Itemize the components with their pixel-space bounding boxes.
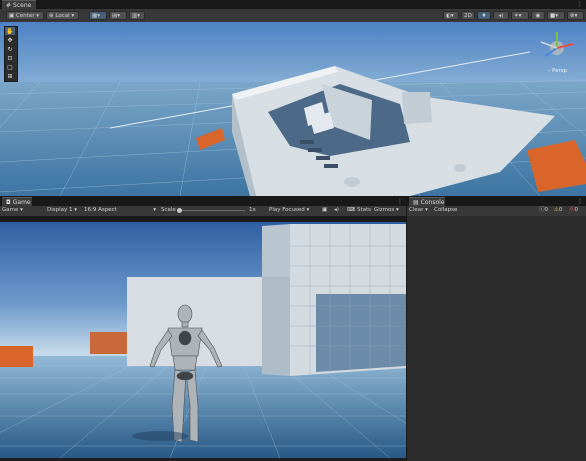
scale-slider-handle[interactable] xyxy=(177,208,182,213)
camera-icon: ■ xyxy=(550,13,556,19)
play-mode-value: Play Focused xyxy=(269,207,305,213)
scale-label: Scale xyxy=(161,207,176,213)
frame-debugger-icon[interactable]: ▣ xyxy=(322,206,327,215)
hand-tool-icon[interactable]: ✋ xyxy=(5,27,15,36)
scene-toolbar: ▣ Center ▾ ⊕ Local ▾ ▦▾ ▤▾ ▥▾ ◐▾ 2D ♦ ◂)… xyxy=(0,9,586,23)
clear-dropdown[interactable]: Clear ▾ xyxy=(409,206,428,215)
game-tab-bar: ◘ Game ⋮ xyxy=(0,197,406,206)
log-count: 0 xyxy=(544,207,549,213)
toggle-2d-button[interactable]: 2D xyxy=(461,11,475,20)
panel-divider-horizontal[interactable] xyxy=(0,196,586,197)
display-mode-value: Game xyxy=(2,207,19,213)
shading-sphere-icon: ◐ xyxy=(446,13,451,19)
rotate-tool-icon[interactable]: ↻ xyxy=(5,45,15,54)
draw-mode-button[interactable]: ◐▾ xyxy=(443,11,459,20)
gizmos-dropdown[interactable]: Gizmos ▾ xyxy=(374,206,399,215)
error-count: 0 xyxy=(574,207,579,213)
console-log-area[interactable] xyxy=(407,216,586,461)
grid-visibility-button[interactable]: ▦▾ xyxy=(89,11,107,20)
effects-toggle-button[interactable]: ✶▾ xyxy=(511,11,529,20)
console-tab-bar: ▤ Console ⋮ xyxy=(407,197,586,206)
hidden-objects-button[interactable]: ◉ xyxy=(531,11,545,20)
gizmos-scene-button[interactable]: ⊗▾ xyxy=(567,11,584,20)
mute-audio-icon[interactable]: ◂) xyxy=(334,206,339,215)
console-more-menu-icon[interactable]: ⋮ xyxy=(577,197,583,206)
eye-icon: ◉ xyxy=(535,13,541,19)
pivot-rotation-value: Local xyxy=(55,13,70,19)
aspect-value: 16:9 Aspect xyxy=(84,207,117,213)
projection-label[interactable]: ‹ Persp xyxy=(548,68,567,74)
light-bulb-icon: ♦ xyxy=(481,13,487,19)
stats-button[interactable]: Stats xyxy=(357,206,371,215)
game-more-menu-icon[interactable]: ⋮ xyxy=(397,197,403,206)
rotation-icon: ⊕ xyxy=(49,13,54,19)
tab-console[interactable]: ▤ Console xyxy=(409,197,445,206)
scene-tools-overlay: ✋ ✥ ↻ ⊡ ▢ ⊞ xyxy=(4,26,18,82)
tab-game[interactable]: ◘ Game xyxy=(2,197,32,206)
collapse-button[interactable]: Collapse xyxy=(434,206,457,215)
gizmo-globe-icon: ⊗ xyxy=(570,13,575,19)
scene-render xyxy=(0,22,586,196)
scene-viewport[interactable]: ✋ ✥ ↻ ⊡ ▢ ⊞ ‹ Persp xyxy=(0,22,586,196)
speaker-icon: ◂) xyxy=(498,13,504,19)
scale-slider[interactable] xyxy=(177,208,245,213)
aspect-dropdown[interactable]: 16:9 Aspect ▾ xyxy=(84,206,156,215)
warning-filter-button[interactable]: ⚠0 xyxy=(554,206,562,215)
display-value: Display 1 xyxy=(47,207,73,213)
display-mode-dropdown[interactable]: Game ▾ xyxy=(2,206,23,215)
clear-value: Clear xyxy=(409,207,424,213)
scale-tool-icon[interactable]: ⊡ xyxy=(5,54,15,63)
play-mode-dropdown[interactable]: Play Focused ▾ xyxy=(269,206,309,215)
game-viewport[interactable] xyxy=(0,216,406,458)
gizmos-value: Gizmos xyxy=(374,207,395,213)
snap-settings-button[interactable]: ▤▾ xyxy=(109,11,127,20)
scene-tab-bar: # Scene ⋮ xyxy=(0,0,586,9)
lighting-toggle-button[interactable]: ♦ xyxy=(477,11,491,20)
more-menu-icon[interactable]: ⋮ xyxy=(577,0,583,9)
pivot-mode-dropdown[interactable]: ▣ Center ▾ xyxy=(6,11,44,20)
shortcuts-icon[interactable]: ⌨ xyxy=(347,206,355,215)
camera-settings-button[interactable]: ■▾ xyxy=(547,11,565,20)
transform-tool-icon[interactable]: ⊞ xyxy=(5,72,15,81)
log-filter-button[interactable]: ⓘ0 xyxy=(539,206,548,215)
warning-count: 0 xyxy=(558,207,563,213)
display-dropdown[interactable]: Display 1 ▾ xyxy=(47,206,77,215)
scale-value: 1x xyxy=(249,207,256,213)
effects-icon: ✶ xyxy=(514,13,519,19)
game-render xyxy=(0,222,406,458)
pivot-rotation-dropdown[interactable]: ⊕ Local ▾ xyxy=(46,11,79,20)
audio-toggle-button[interactable]: ◂) xyxy=(493,11,509,20)
rect-tool-icon[interactable]: ▢ xyxy=(5,63,15,72)
panel-divider-vertical[interactable] xyxy=(406,197,407,461)
pivot-icon: ▣ xyxy=(9,13,15,19)
tab-scene[interactable]: # Scene xyxy=(2,0,36,9)
pivot-mode-value: Center xyxy=(15,13,35,19)
move-tool-icon[interactable]: ✥ xyxy=(5,36,15,45)
error-filter-button[interactable]: ⓪0 xyxy=(569,206,578,215)
increment-snap-button[interactable]: ▥▾ xyxy=(129,11,145,20)
